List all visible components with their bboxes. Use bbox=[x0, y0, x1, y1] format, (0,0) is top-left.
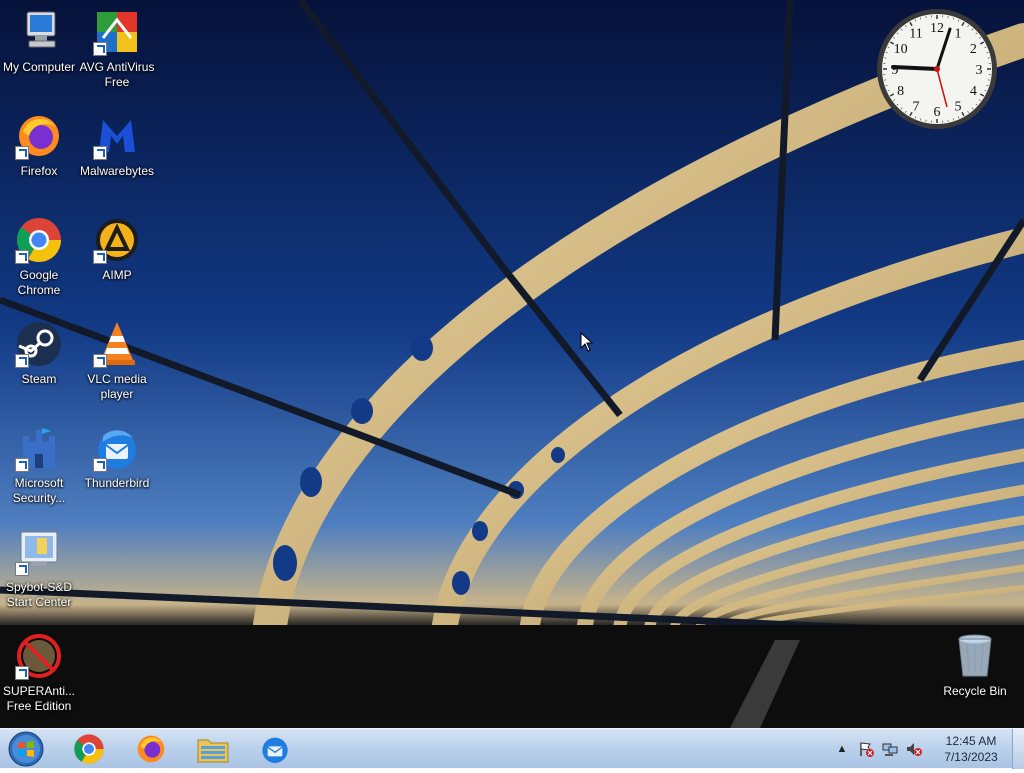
icon-label: AVG AntiVirus Free bbox=[78, 60, 156, 90]
taskbar-app-explorer[interactable] bbox=[185, 731, 241, 767]
computer-icon bbox=[15, 8, 63, 56]
time-text: 12:45 AM bbox=[936, 733, 1006, 749]
recycle-bin-icon bbox=[951, 632, 999, 680]
clock-numeral: 12 bbox=[930, 21, 944, 36]
clock-numeral: 11 bbox=[909, 27, 922, 42]
clock-numeral: 10 bbox=[894, 42, 908, 57]
hour-hand bbox=[893, 67, 937, 69]
taskbar: ▲ 12:45 AM 7/13/2023 bbox=[0, 728, 1024, 768]
chrome-icon bbox=[15, 216, 63, 264]
shortcut-arrow-icon bbox=[93, 42, 107, 56]
icon-label: Google Chrome bbox=[0, 268, 78, 298]
desktop-icon-ms-security[interactable]: Microsoft Security... bbox=[0, 424, 78, 506]
folder-icon bbox=[196, 734, 230, 764]
show-desktop-button[interactable] bbox=[1012, 729, 1024, 769]
icon-label: Thunderbird bbox=[78, 476, 156, 491]
desktop[interactable]: My Computer AVG AntiVirus Free Firefox bbox=[0, 0, 1024, 728]
shortcut-arrow-icon bbox=[15, 146, 29, 160]
icon-label: Microsoft Security... bbox=[0, 476, 78, 506]
thunderbird-icon bbox=[93, 424, 141, 472]
desktop-icon-firefox[interactable]: Firefox bbox=[0, 112, 78, 179]
action-center-flag-icon[interactable] bbox=[857, 740, 875, 758]
icon-label: Spybot-S&D Start Center bbox=[0, 580, 78, 610]
clock-numeral: 5 bbox=[955, 99, 962, 114]
clock-numeral: 3 bbox=[976, 63, 983, 78]
clock-numeral: 1 bbox=[955, 27, 962, 42]
superantispyware-icon bbox=[15, 632, 63, 680]
thunderbird-icon bbox=[259, 733, 291, 765]
icon-label: Malwarebytes bbox=[78, 164, 156, 179]
icon-label: My Computer bbox=[0, 60, 78, 75]
date-text: 7/13/2023 bbox=[936, 749, 1006, 765]
desktop-icon-aimp[interactable]: AIMP bbox=[78, 216, 156, 283]
shortcut-arrow-icon bbox=[15, 458, 29, 472]
shortcut-arrow-icon bbox=[93, 146, 107, 160]
avg-icon bbox=[93, 8, 141, 56]
desktop-icon-spybot[interactable]: Spybot-S&D Start Center bbox=[0, 528, 78, 610]
desktop-icon-superantispyware[interactable]: SUPERAnti... Free Edition bbox=[0, 632, 78, 714]
clock-numeral: 4 bbox=[970, 84, 977, 99]
start-button[interactable] bbox=[4, 730, 48, 768]
shortcut-arrow-icon bbox=[15, 354, 29, 368]
castle-icon bbox=[15, 424, 63, 472]
icon-label: Recycle Bin bbox=[936, 684, 1014, 699]
system-tray: ▲ 12:45 AM 7/13/2023 bbox=[830, 729, 1006, 769]
icon-label: Steam bbox=[0, 372, 78, 387]
clock-numeral: 2 bbox=[970, 42, 977, 57]
icon-label: AIMP bbox=[78, 268, 156, 283]
shortcut-arrow-icon bbox=[93, 354, 107, 368]
taskbar-app-thunderbird[interactable] bbox=[247, 731, 303, 767]
desktop-icon-vlc[interactable]: VLC media player bbox=[78, 320, 156, 402]
analog-clock-face: 121234567891011 bbox=[875, 7, 999, 131]
desktop-icon-chrome[interactable]: Google Chrome bbox=[0, 216, 78, 298]
vlc-icon bbox=[93, 320, 141, 368]
chrome-icon bbox=[73, 733, 105, 765]
desktop-icon-malwarebytes[interactable]: Malwarebytes bbox=[78, 112, 156, 179]
shortcut-arrow-icon bbox=[15, 562, 29, 576]
network-icon[interactable] bbox=[881, 740, 899, 758]
shortcut-arrow-icon bbox=[93, 250, 107, 264]
mouse-pointer-icon bbox=[580, 332, 594, 352]
desktop-icon-recycle-bin[interactable]: Recycle Bin bbox=[936, 632, 1014, 699]
firefox-icon bbox=[135, 733, 167, 765]
taskbar-app-firefox[interactable] bbox=[123, 731, 179, 767]
firefox-icon bbox=[15, 112, 63, 160]
desktop-icon-avg[interactable]: AVG AntiVirus Free bbox=[78, 8, 156, 90]
icon-label: SUPERAnti... Free Edition bbox=[0, 684, 78, 714]
show-hidden-icons-chevron-up-icon[interactable]: ▲ bbox=[833, 740, 851, 758]
desktop-icon-my-computer[interactable]: My Computer bbox=[0, 8, 78, 75]
steam-icon bbox=[15, 320, 63, 368]
icon-label: VLC media player bbox=[78, 372, 156, 402]
clock-numeral: 7 bbox=[913, 99, 920, 114]
spybot-icon bbox=[15, 528, 63, 576]
icon-label: Firefox bbox=[0, 164, 78, 179]
taskbar-app-chrome[interactable] bbox=[61, 731, 117, 767]
aimp-icon bbox=[93, 216, 141, 264]
taskbar-clock[interactable]: 12:45 AM 7/13/2023 bbox=[936, 733, 1006, 765]
shortcut-arrow-icon bbox=[15, 250, 29, 264]
clock-numeral: 6 bbox=[934, 105, 941, 120]
clock-gadget[interactable]: 121234567891011 bbox=[875, 7, 999, 131]
shortcut-arrow-icon bbox=[93, 458, 107, 472]
volume-muted-icon[interactable] bbox=[905, 740, 923, 758]
malwarebytes-icon bbox=[93, 112, 141, 160]
desktop-icon-thunderbird[interactable]: Thunderbird bbox=[78, 424, 156, 491]
windows-logo-icon bbox=[4, 730, 48, 768]
clock-numeral: 8 bbox=[897, 84, 904, 99]
shortcut-arrow-icon bbox=[15, 666, 29, 680]
desktop-icon-steam[interactable]: Steam bbox=[0, 320, 78, 387]
